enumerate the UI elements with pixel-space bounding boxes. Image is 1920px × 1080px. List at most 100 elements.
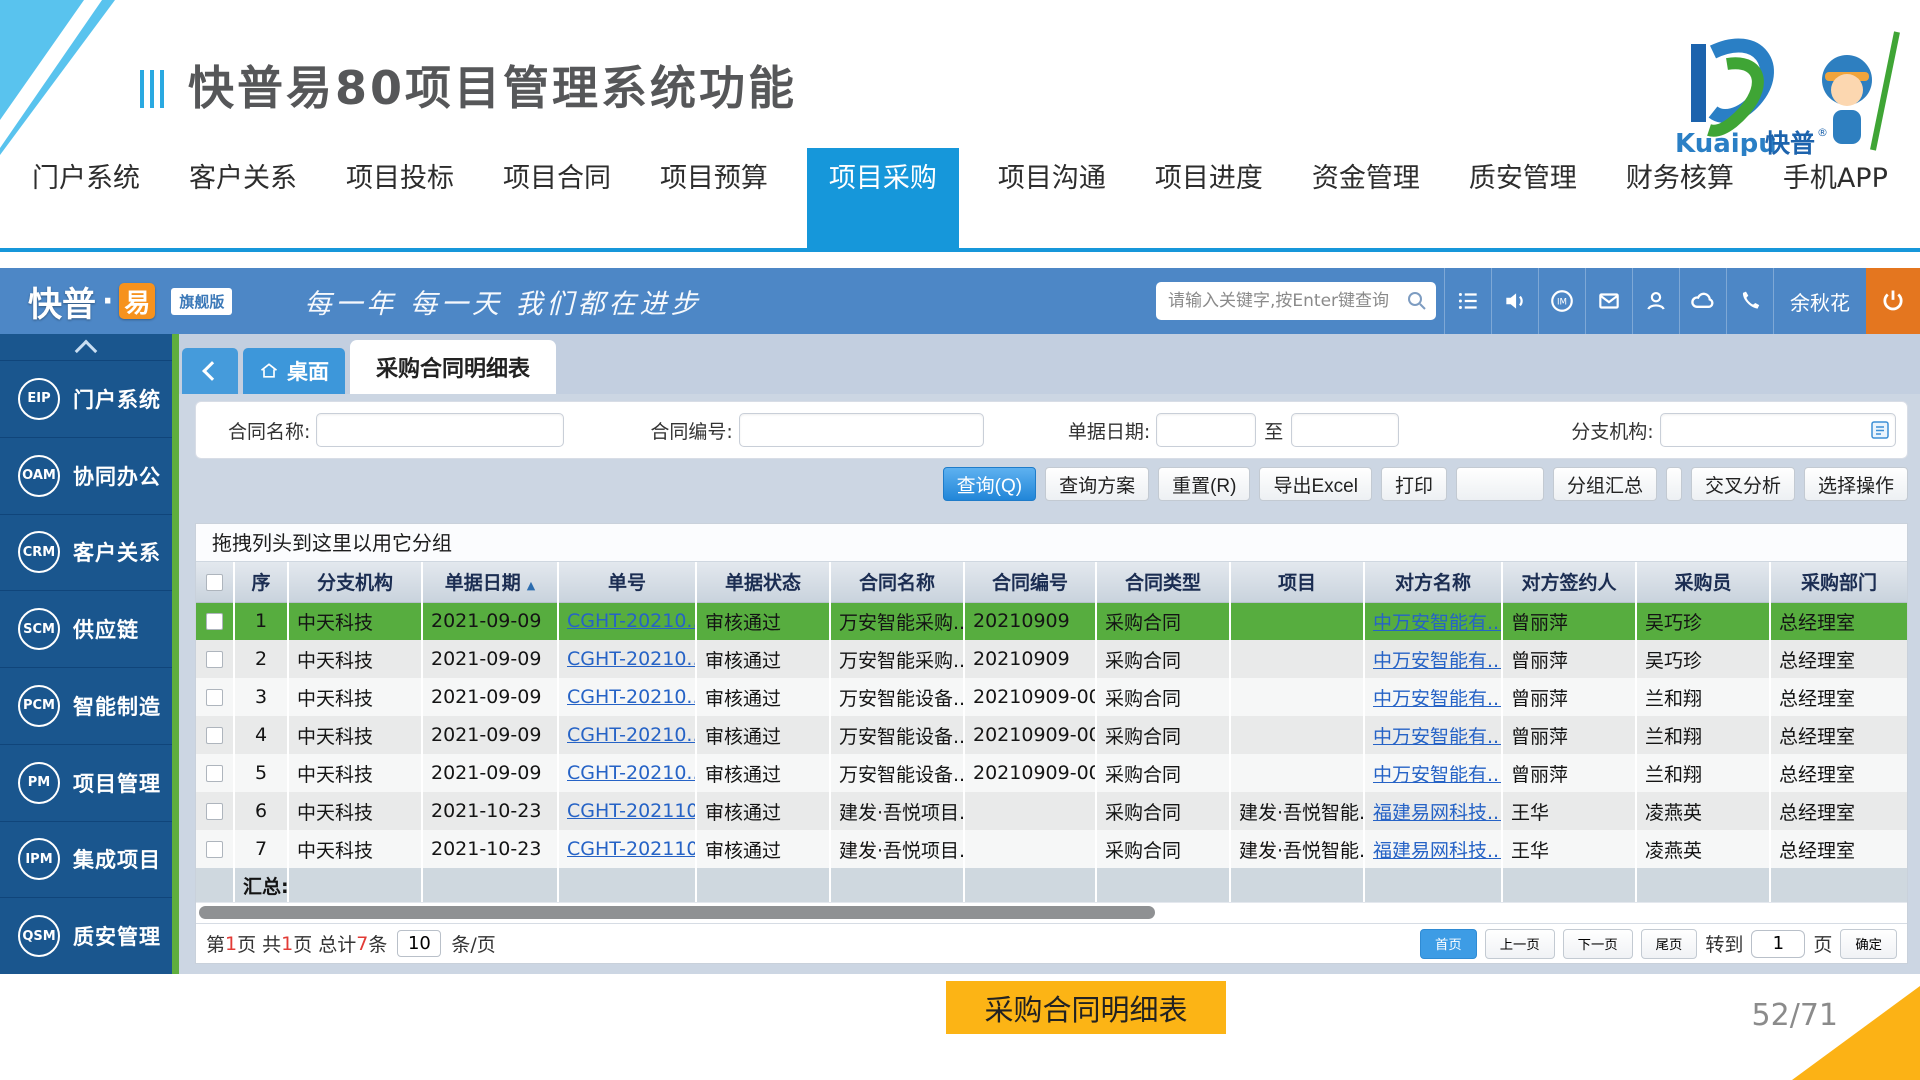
- row-checkbox[interactable]: [206, 613, 223, 630]
- search-input[interactable]: [1168, 291, 1406, 311]
- col-contract-type[interactable]: 合同类型: [1096, 562, 1230, 602]
- table-row[interactable]: 5中天科技2021-09-09CGHT-20210...审核通过万安智能设备..…: [196, 754, 1907, 792]
- doc-no-link[interactable]: CGHT-20210...: [567, 762, 696, 784]
- party-name-link[interactable]: 中万安智能有...: [1373, 726, 1502, 748]
- blank-button[interactable]: [1456, 467, 1544, 501]
- group-drop-zone[interactable]: 拖拽列头到这里以用它分组: [196, 524, 1907, 562]
- col-status[interactable]: 单据状态: [696, 562, 830, 602]
- col-party-signer[interactable]: 对方签约人: [1502, 562, 1636, 602]
- row-checkbox[interactable]: [206, 841, 223, 858]
- party-name-link[interactable]: 中万安智能有...: [1373, 764, 1502, 786]
- blank-narrow-button[interactable]: [1666, 467, 1682, 501]
- col-party-name[interactable]: 对方名称: [1364, 562, 1502, 602]
- nav-item-finance[interactable]: 财务核算: [1616, 148, 1744, 252]
- last-page-button[interactable]: 尾页: [1641, 929, 1698, 959]
- nav-item-bidding[interactable]: 项目投标: [336, 148, 464, 252]
- phone-icon[interactable]: [1726, 268, 1773, 334]
- print-button[interactable]: 打印: [1381, 467, 1447, 501]
- table-row[interactable]: 3中天科技2021-09-09CGHT-20210...审核通过万安智能设备..…: [196, 678, 1907, 716]
- sidebar-item-qsm[interactable]: QSM 质安管理: [0, 897, 172, 974]
- im-chat-icon[interactable]: IM: [1538, 268, 1585, 334]
- sidebar-item-crm[interactable]: CRM 客户关系: [0, 514, 172, 591]
- col-project[interactable]: 项目: [1230, 562, 1364, 602]
- nav-item-contract[interactable]: 项目合同: [493, 148, 621, 252]
- party-name-link[interactable]: 福建易网科技...: [1373, 802, 1502, 824]
- tab-desktop[interactable]: 桌面: [243, 348, 345, 394]
- nav-item-funds[interactable]: 资金管理: [1302, 148, 1430, 252]
- doc-no-link[interactable]: CGHT-20210...: [567, 610, 696, 632]
- nav-item-procurement[interactable]: 项目采购: [807, 148, 959, 252]
- query-scheme-button[interactable]: 查询方案: [1045, 467, 1149, 501]
- col-contract-name[interactable]: 合同名称: [830, 562, 964, 602]
- nav-item-quality[interactable]: 质安管理: [1459, 148, 1587, 252]
- col-buy-dept[interactable]: 采购部门: [1770, 562, 1907, 602]
- cloud-icon[interactable]: [1679, 268, 1726, 334]
- confirm-button[interactable]: 确定: [1840, 929, 1897, 959]
- contract-name-input[interactable]: [316, 413, 564, 447]
- mail-icon[interactable]: [1585, 268, 1632, 334]
- party-name-link[interactable]: 中万安智能有...: [1373, 688, 1502, 710]
- col-doc-date[interactable]: 单据日期▲: [422, 562, 558, 602]
- export-excel-button[interactable]: 导出Excel: [1259, 467, 1371, 501]
- col-branch[interactable]: 分支机构: [288, 562, 422, 602]
- doc-no-link[interactable]: CGHT-20210...: [567, 686, 696, 708]
- sidebar-item-oam[interactable]: OAM 协同办公: [0, 437, 172, 514]
- table-row[interactable]: 6中天科技2021-10-23CGHT-202110...审核通过建发·吾悦项目…: [196, 792, 1907, 830]
- nav-item-progress[interactable]: 项目进度: [1145, 148, 1273, 252]
- row-checkbox[interactable]: [206, 651, 223, 668]
- current-user[interactable]: 余秋花: [1773, 268, 1866, 334]
- select-all-checkbox[interactable]: [206, 574, 223, 591]
- branch-picker-icon[interactable]: [1870, 420, 1890, 440]
- doc-no-link[interactable]: CGHT-202110...: [567, 838, 696, 860]
- sidebar-item-ipm[interactable]: IPM 集成项目: [0, 821, 172, 898]
- search-icon[interactable]: [1406, 290, 1428, 312]
- horizontal-scrollbar-thumb[interactable]: [199, 906, 1155, 919]
- menu-list-icon[interactable]: [1444, 268, 1491, 334]
- contract-code-input[interactable]: [739, 413, 984, 447]
- row-checkbox[interactable]: [206, 727, 223, 744]
- sidebar-collapse-icon[interactable]: [0, 334, 172, 360]
- col-contract-code[interactable]: 合同编号: [964, 562, 1096, 602]
- reset-button[interactable]: 重置(R): [1158, 467, 1250, 501]
- doc-no-link[interactable]: CGHT-20210...: [567, 648, 696, 670]
- doc-no-link[interactable]: CGHT-20210...: [567, 724, 696, 746]
- sidebar-item-pcm[interactable]: PCM 智能制造: [0, 667, 172, 744]
- group-summary-button[interactable]: 分组汇总: [1553, 467, 1657, 501]
- sidebar-item-scm[interactable]: SCM 供应链: [0, 590, 172, 667]
- next-page-button[interactable]: 下一页: [1563, 929, 1633, 959]
- nav-item-communication[interactable]: 项目沟通: [988, 148, 1116, 252]
- table-row[interactable]: 7中天科技2021-10-23CGHT-202110...审核通过建发·吾悦项目…: [196, 830, 1907, 868]
- nav-item-budget[interactable]: 项目预算: [650, 148, 778, 252]
- table-row[interactable]: 1中天科技2021-09-09CGHT-20210...审核通过万安智能采购..…: [196, 602, 1907, 640]
- select-operation-button[interactable]: 选择操作: [1804, 467, 1908, 501]
- table-row[interactable]: 2中天科技2021-09-09CGHT-20210...审核通过万安智能采购..…: [196, 640, 1907, 678]
- logout-power-icon[interactable]: [1866, 268, 1920, 334]
- party-name-link[interactable]: 中万安智能有...: [1373, 650, 1502, 672]
- sidebar-item-pm[interactable]: PM 项目管理: [0, 744, 172, 821]
- nav-item-crm[interactable]: 客户关系: [179, 148, 307, 252]
- back-button[interactable]: [182, 348, 238, 394]
- goto-page-input[interactable]: [1751, 930, 1805, 958]
- prev-page-button[interactable]: 上一页: [1485, 929, 1555, 959]
- nav-item-mobile-app[interactable]: 手机APP: [1773, 148, 1898, 252]
- col-doc-no[interactable]: 单号: [558, 562, 696, 602]
- col-buyer[interactable]: 采购员: [1636, 562, 1770, 602]
- col-seq[interactable]: 序: [234, 562, 288, 602]
- party-name-link[interactable]: 中万安智能有...: [1373, 612, 1502, 634]
- party-name-link[interactable]: 福建易网科技...: [1373, 840, 1502, 862]
- page-size-input[interactable]: [397, 930, 441, 957]
- date-to-input[interactable]: [1291, 413, 1399, 447]
- contact-icon[interactable]: [1632, 268, 1679, 334]
- row-checkbox[interactable]: [206, 803, 223, 820]
- table-row[interactable]: 4中天科技2021-09-09CGHT-20210...审核通过万安智能设备..…: [196, 716, 1907, 754]
- nav-item-portal[interactable]: 门户系统: [22, 148, 150, 252]
- row-checkbox[interactable]: [206, 689, 223, 706]
- speaker-icon[interactable]: [1491, 268, 1538, 334]
- cross-analysis-button[interactable]: 交叉分析: [1691, 467, 1795, 501]
- tab-purchase-contract-detail[interactable]: 采购合同明细表: [350, 340, 556, 394]
- query-button[interactable]: 查询(Q): [943, 467, 1036, 501]
- first-page-button[interactable]: 首页: [1420, 929, 1477, 959]
- doc-no-link[interactable]: CGHT-202110...: [567, 800, 696, 822]
- row-checkbox[interactable]: [206, 765, 223, 782]
- branch-input[interactable]: [1660, 413, 1896, 447]
